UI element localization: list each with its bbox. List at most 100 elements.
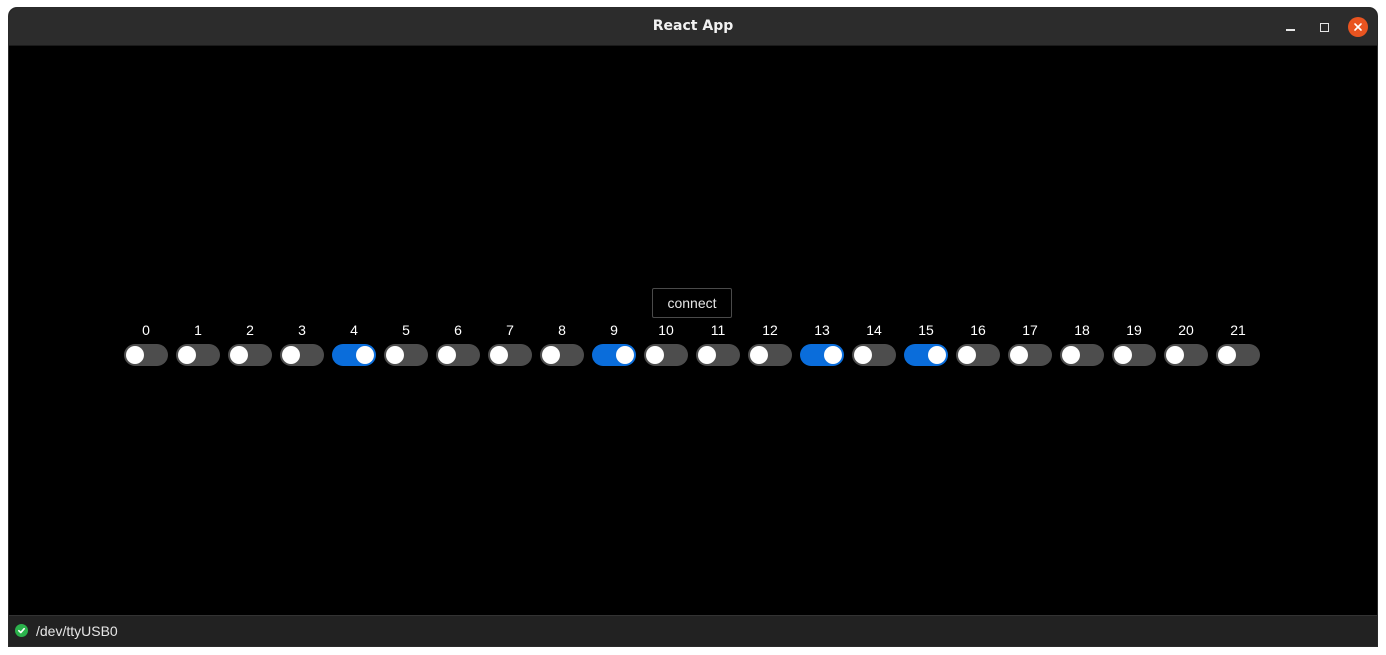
pin-1: 1 bbox=[176, 322, 220, 366]
pin-toggle-13[interactable] bbox=[800, 344, 844, 366]
pin-toggle-4[interactable] bbox=[332, 344, 376, 366]
toggle-knob bbox=[178, 346, 196, 364]
pin-label: 17 bbox=[1022, 322, 1038, 338]
pin-10: 10 bbox=[644, 322, 688, 366]
pin-label: 0 bbox=[142, 322, 150, 338]
maximize-button[interactable] bbox=[1314, 17, 1334, 37]
toggle-knob bbox=[1166, 346, 1184, 364]
pin-7: 7 bbox=[488, 322, 532, 366]
pin-label: 20 bbox=[1178, 322, 1194, 338]
toggle-knob bbox=[750, 346, 768, 364]
pin-label: 18 bbox=[1074, 322, 1090, 338]
pin-19: 19 bbox=[1112, 322, 1156, 366]
toggle-knob bbox=[1218, 346, 1236, 364]
pin-21: 21 bbox=[1216, 322, 1260, 366]
pin-13: 13 bbox=[800, 322, 844, 366]
pin-toggle-7[interactable] bbox=[488, 344, 532, 366]
toggle-knob bbox=[282, 346, 300, 364]
toggle-knob bbox=[616, 346, 634, 364]
app-window: React App connect 0 1 2 3 4 5 6 7 8 9 10 11 12 13 14 15… bbox=[9, 8, 1377, 646]
pin-3: 3 bbox=[280, 322, 324, 366]
pin-toggle-17[interactable] bbox=[1008, 344, 1052, 366]
pin-toggle-21[interactable] bbox=[1216, 344, 1260, 366]
pin-label: 16 bbox=[970, 322, 986, 338]
pin-toggle-9[interactable] bbox=[592, 344, 636, 366]
pin-label: 7 bbox=[506, 322, 514, 338]
pin-4: 4 bbox=[332, 322, 376, 366]
pin-label: 3 bbox=[298, 322, 306, 338]
title-bar: React App bbox=[9, 8, 1377, 46]
pin-toggle-8[interactable] bbox=[540, 344, 584, 366]
window-title: React App bbox=[652, 18, 734, 34]
main-content: connect 0 1 2 3 4 5 6 7 8 9 10 11 12 13 14 15 16 17 18 19 20… bbox=[9, 46, 1377, 615]
pin-toggle-5[interactable] bbox=[384, 344, 428, 366]
pin-label: 1 bbox=[194, 322, 202, 338]
pin-label: 13 bbox=[814, 322, 830, 338]
pin-toggle-10[interactable] bbox=[644, 344, 688, 366]
pin-12: 12 bbox=[748, 322, 792, 366]
pin-toggle-6[interactable] bbox=[436, 344, 480, 366]
toggle-knob bbox=[646, 346, 664, 364]
pin-label: 14 bbox=[866, 322, 882, 338]
pin-17: 17 bbox=[1008, 322, 1052, 366]
pin-label: 4 bbox=[350, 322, 358, 338]
serial-port-label: /dev/ttyUSB0 bbox=[36, 623, 118, 639]
pin-14: 14 bbox=[852, 322, 896, 366]
toggle-knob bbox=[928, 346, 946, 364]
toggle-knob bbox=[1114, 346, 1132, 364]
pin-toggle-1[interactable] bbox=[176, 344, 220, 366]
toggle-knob bbox=[958, 346, 976, 364]
pin-toggle-15[interactable] bbox=[904, 344, 948, 366]
close-button[interactable] bbox=[1348, 17, 1368, 37]
pin-label: 15 bbox=[918, 322, 934, 338]
pin-label: 2 bbox=[246, 322, 254, 338]
toggle-knob bbox=[542, 346, 560, 364]
pin-toggle-0[interactable] bbox=[124, 344, 168, 366]
pin-2: 2 bbox=[228, 322, 272, 366]
connect-button[interactable]: connect bbox=[652, 288, 732, 318]
pin-label: 5 bbox=[402, 322, 410, 338]
pin-9: 9 bbox=[592, 322, 636, 366]
pin-label: 19 bbox=[1126, 322, 1142, 338]
pin-toggle-3[interactable] bbox=[280, 344, 324, 366]
toggle-knob bbox=[386, 346, 404, 364]
pin-15: 15 bbox=[904, 322, 948, 366]
toggle-knob bbox=[824, 346, 842, 364]
toggle-knob bbox=[1062, 346, 1080, 364]
toggle-knob bbox=[126, 346, 144, 364]
status-bar: /dev/ttyUSB0 bbox=[9, 615, 1377, 646]
pin-switch-row: 0 1 2 3 4 5 6 7 8 9 10 11 12 13 14 15 16 17 18 19 20 21 bbox=[124, 322, 1260, 366]
pin-toggle-20[interactable] bbox=[1164, 344, 1208, 366]
pin-8: 8 bbox=[540, 322, 584, 366]
toggle-knob bbox=[698, 346, 716, 364]
pin-label: 21 bbox=[1230, 322, 1246, 338]
maximize-icon bbox=[1319, 22, 1329, 32]
pin-toggle-12[interactable] bbox=[748, 344, 792, 366]
pin-toggle-18[interactable] bbox=[1060, 344, 1104, 366]
pin-18: 18 bbox=[1060, 322, 1104, 366]
pin-toggle-11[interactable] bbox=[696, 344, 740, 366]
pin-0: 0 bbox=[124, 322, 168, 366]
pin-20: 20 bbox=[1164, 322, 1208, 366]
toggle-knob bbox=[854, 346, 872, 364]
toggle-knob bbox=[230, 346, 248, 364]
pin-toggle-19[interactable] bbox=[1112, 344, 1156, 366]
pin-label: 6 bbox=[454, 322, 462, 338]
toggle-knob bbox=[356, 346, 374, 364]
check-circle-icon bbox=[15, 624, 28, 637]
pin-toggle-16[interactable] bbox=[956, 344, 1000, 366]
toggle-knob bbox=[1010, 346, 1028, 364]
close-icon bbox=[1354, 23, 1362, 31]
pin-6: 6 bbox=[436, 322, 480, 366]
pin-label: 8 bbox=[558, 322, 566, 338]
pin-toggle-2[interactable] bbox=[228, 344, 272, 366]
pin-label: 10 bbox=[658, 322, 674, 338]
pin-label: 12 bbox=[762, 322, 778, 338]
pin-label: 9 bbox=[610, 322, 618, 338]
pin-11: 11 bbox=[696, 322, 740, 366]
pin-5: 5 bbox=[384, 322, 428, 366]
toggle-knob bbox=[438, 346, 456, 364]
pin-toggle-14[interactable] bbox=[852, 344, 896, 366]
minimize-button[interactable] bbox=[1280, 17, 1300, 37]
toggle-knob bbox=[490, 346, 508, 364]
